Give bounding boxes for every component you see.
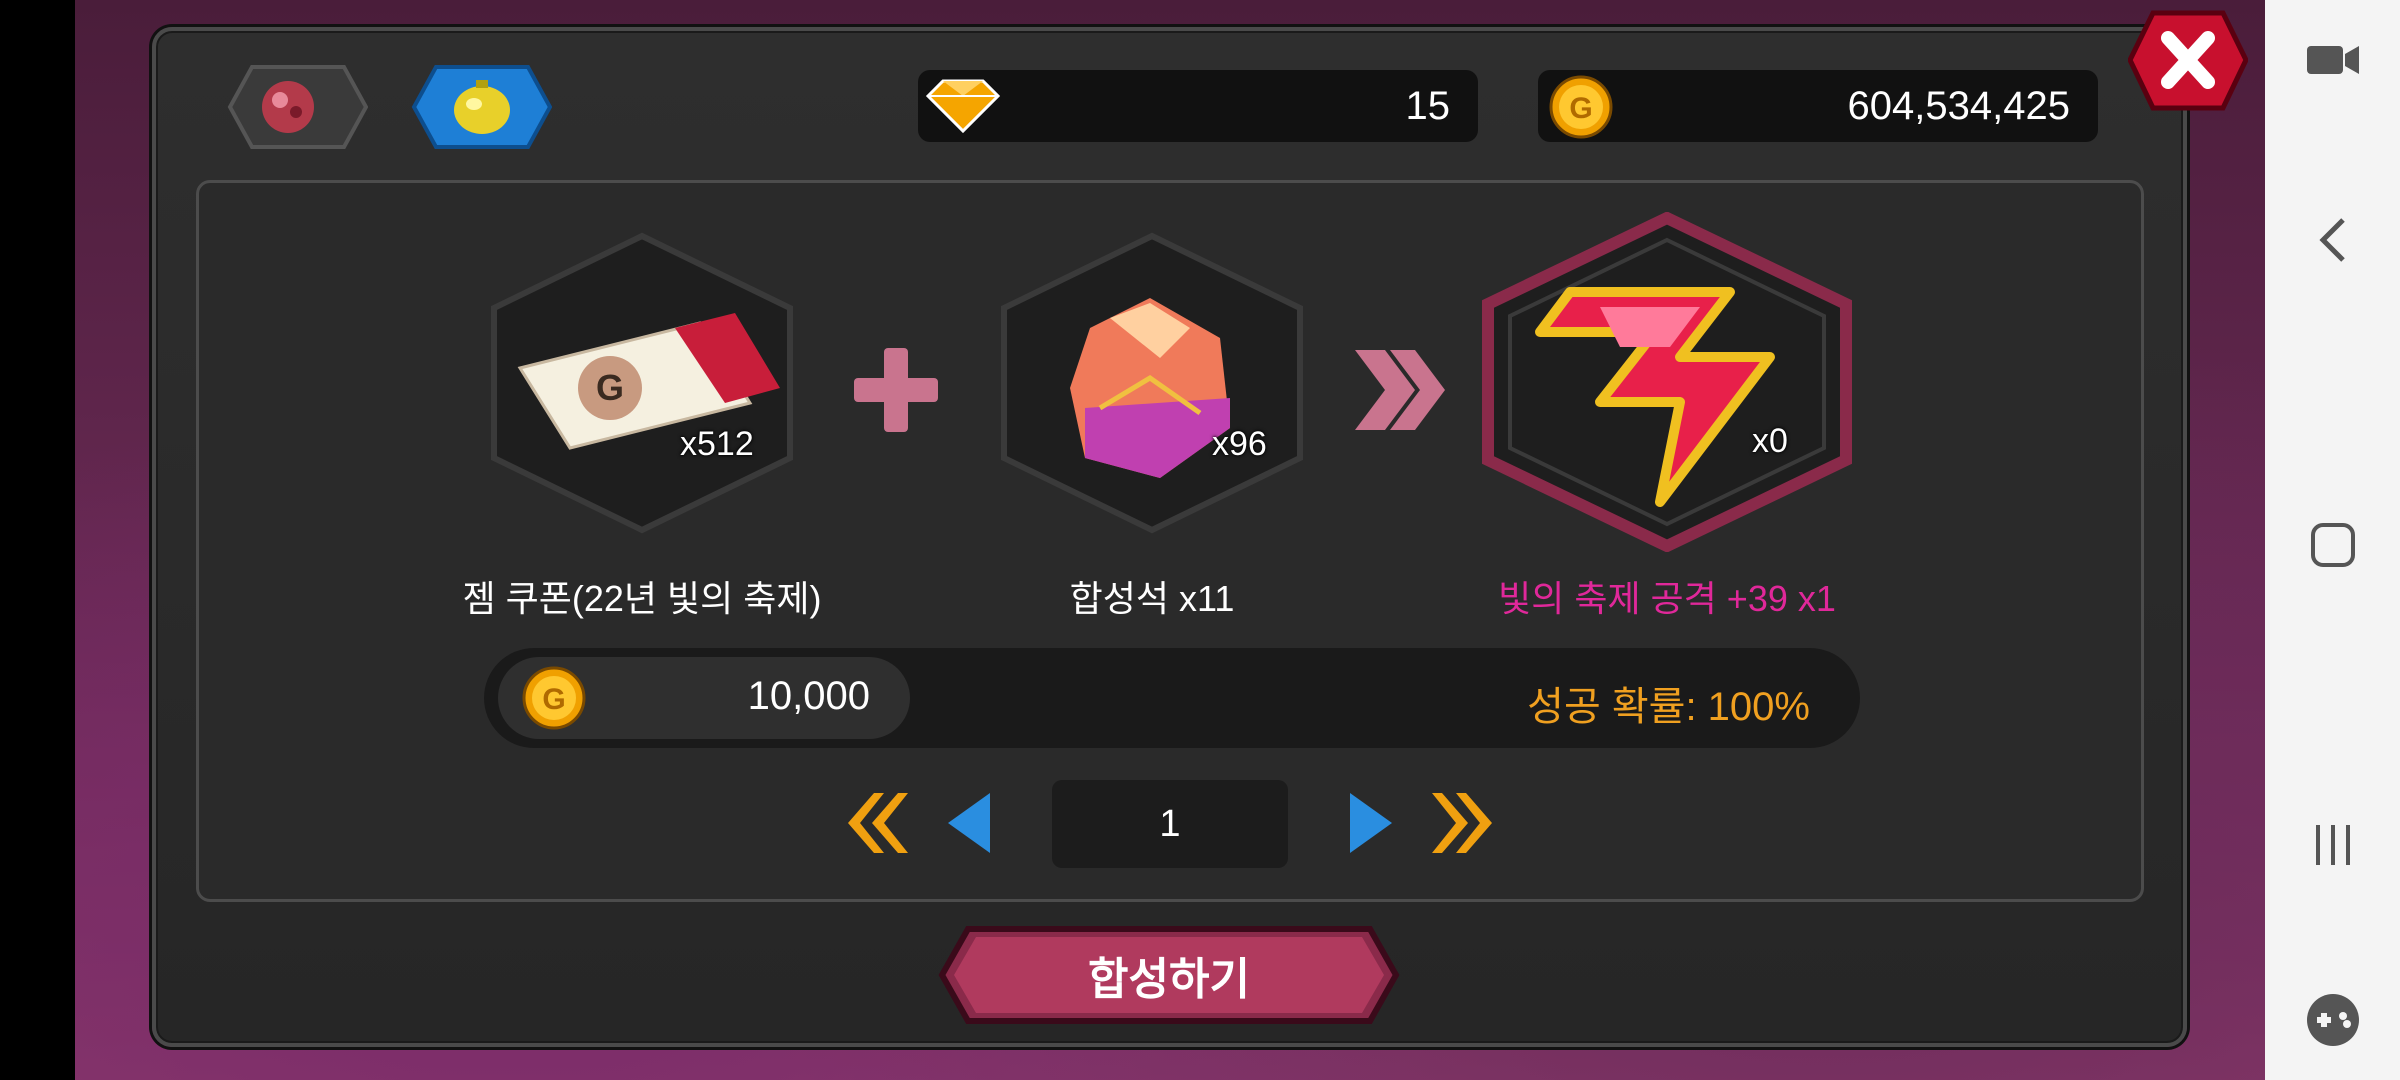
ingredient-1-quantity: x512 bbox=[680, 425, 754, 463]
svg-text:G: G bbox=[596, 367, 624, 408]
double-chevron-right-icon bbox=[1355, 350, 1445, 430]
system-nav-bar bbox=[2265, 0, 2400, 1080]
gamepad-icon bbox=[2306, 994, 2359, 1046]
ingredient-slot-synthesis-stone[interactable] bbox=[990, 228, 1314, 538]
ingredient-2-quantity: x96 bbox=[1212, 425, 1267, 463]
svg-text:G: G bbox=[1569, 92, 1592, 125]
plus-icon bbox=[854, 348, 938, 432]
screen-record-button[interactable] bbox=[2265, 15, 2400, 105]
home-square-icon bbox=[2310, 523, 2355, 567]
back-button[interactable] bbox=[2265, 195, 2400, 285]
diamond-count: 15 bbox=[1405, 83, 1451, 128]
home-button[interactable] bbox=[2265, 500, 2400, 590]
ingredient-2-name: 합성석 x11 bbox=[1069, 578, 1235, 619]
game-tools-button[interactable] bbox=[2265, 975, 2400, 1065]
result-slot[interactable] bbox=[1480, 212, 1854, 552]
success-rate: 성공 확률: 100% bbox=[1527, 685, 1810, 729]
diamond-icon bbox=[925, 79, 1001, 134]
next-page-button[interactable] bbox=[1340, 788, 1400, 858]
red-gem-icon bbox=[262, 81, 314, 133]
result-name: 빛의 축제 공격 +39 x1 bbox=[1498, 578, 1836, 619]
gold-coin-icon: G bbox=[1549, 75, 1613, 139]
prev-page-button[interactable] bbox=[940, 788, 1000, 858]
page-number: 1 bbox=[1052, 780, 1288, 868]
ingredient-slot-coupon[interactable]: G bbox=[480, 228, 804, 538]
result-quantity: x0 bbox=[1752, 422, 1788, 460]
first-page-button[interactable] bbox=[840, 788, 910, 858]
gold-count: 604,534,425 bbox=[1847, 83, 2070, 128]
gold-coin-icon: G bbox=[522, 666, 586, 730]
recents-icon bbox=[2315, 825, 2350, 865]
video-camera-icon bbox=[2306, 46, 2359, 74]
last-page-button[interactable] bbox=[1430, 788, 1500, 858]
back-chevron-icon bbox=[2318, 218, 2345, 262]
close-button[interactable] bbox=[2128, 8, 2248, 113]
svg-text:G: G bbox=[542, 683, 565, 716]
synthesize-button[interactable] bbox=[938, 925, 1400, 1025]
tab-gem[interactable] bbox=[208, 62, 368, 152]
ingredient-1-name: 젬 쿠폰(22년 빛의 축제) bbox=[462, 578, 822, 619]
gold-bell-icon bbox=[454, 86, 510, 134]
recents-button[interactable] bbox=[2265, 800, 2400, 890]
gold-cost: 10,000 bbox=[747, 674, 870, 718]
tab-bell[interactable] bbox=[392, 62, 552, 152]
